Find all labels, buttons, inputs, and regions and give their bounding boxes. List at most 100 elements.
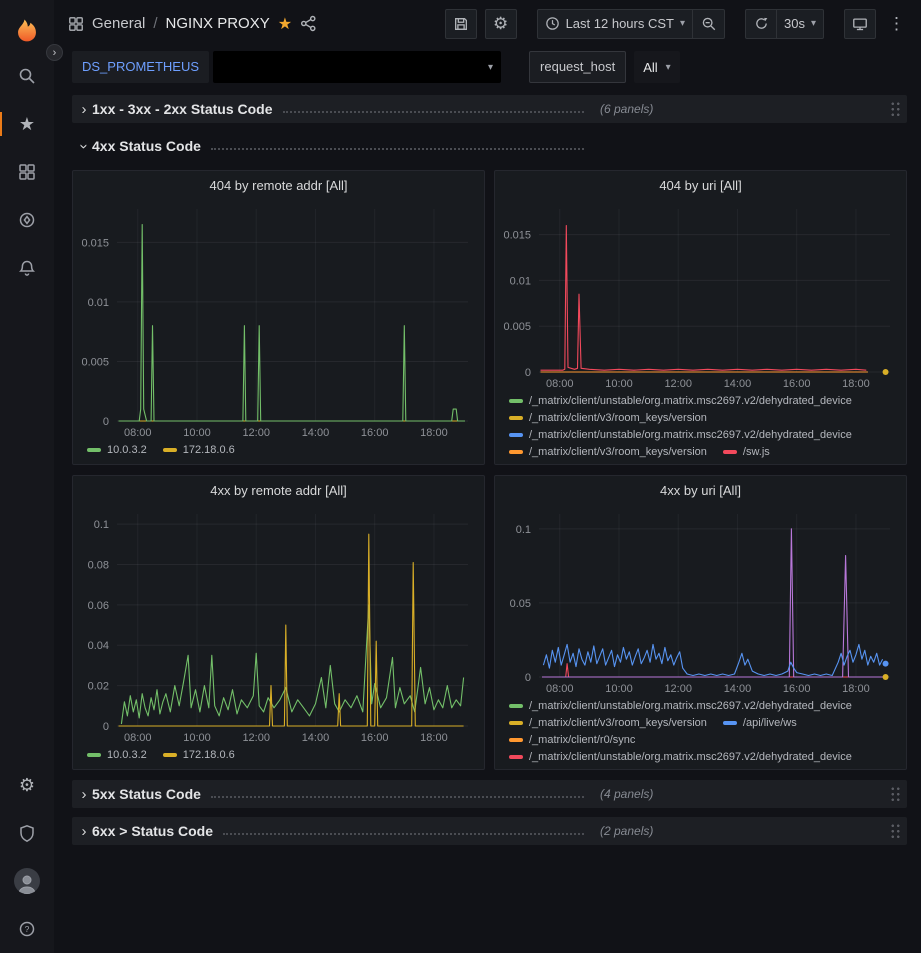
row-panel-count: (6 panels) (600, 102, 653, 116)
row-dotted-leader (283, 104, 584, 113)
svg-text:14:00: 14:00 (724, 378, 752, 390)
legend-item[interactable]: /_matrix/client/unstable/org.matrix.msc2… (509, 395, 852, 407)
svg-text:16:00: 16:00 (361, 732, 389, 744)
favorite-star-icon[interactable]: ★ (278, 14, 292, 34)
tv-mode-button[interactable] (844, 9, 876, 39)
panel: 4xx by uri [All]08:0010:0012:0014:0016:0… (494, 475, 907, 770)
legend-series-color (509, 755, 523, 759)
svg-text:0.02: 0.02 (88, 681, 109, 693)
panel-legend: 10.0.3.2 172.18.0.6 (73, 441, 484, 464)
dashboard-more-menu[interactable]: ⋮ (884, 14, 909, 34)
panel: 404 by uri [All]08:0010:0012:0014:0016:0… (494, 170, 907, 465)
time-range-picker[interactable]: Last 12 hours CST ▾ (537, 9, 693, 39)
svg-text:0.1: 0.1 (94, 519, 109, 531)
legend-series-label: /_matrix/client/unstable/org.matrix.msc2… (529, 429, 852, 441)
svg-text:14:00: 14:00 (724, 683, 752, 695)
chart-plot: 08:0010:0012:0014:0016:0018:0000.0050.01… (495, 201, 906, 392)
refresh-interval-select[interactable]: 30s ▾ (777, 9, 824, 39)
row-1xx-3xx-2xx[interactable]: › 1xx - 3xx - 2xx Status Code (6 panels) (72, 95, 907, 123)
panel-title[interactable]: 404 by remote addr [All] (73, 171, 484, 201)
sidebar-item-dashboards[interactable] (0, 148, 54, 196)
svg-text:08:00: 08:00 (546, 378, 574, 390)
legend-item[interactable]: /_matrix/client/v3/room_keys/version (509, 412, 707, 424)
legend-series-label: 10.0.3.2 (107, 444, 147, 456)
legend-item[interactable]: /_matrix/client/unstable/org.matrix.msc2… (509, 751, 852, 763)
svg-text:0.08: 0.08 (88, 559, 109, 571)
svg-text:0: 0 (103, 721, 109, 733)
row-drag-handle-icon[interactable] (890, 101, 901, 117)
menu-open-chevron[interactable]: › (46, 44, 63, 61)
legend-item[interactable]: 10.0.3.2 (87, 444, 147, 456)
legend-item[interactable]: 172.18.0.6 (163, 749, 235, 761)
clock-icon (545, 16, 560, 31)
row-dotted-leader (211, 141, 584, 150)
panel-grid: 404 by remote addr [All] 08:00 10:00 12:00 1… (72, 170, 907, 770)
chart-area: 08:0010:0012:0014:0016:0018:0000.0050.01… (73, 201, 484, 441)
dashboards-grid-icon (18, 163, 36, 181)
star-icon: ★ (19, 115, 35, 133)
panel-title[interactable]: 4xx by remote addr [All] (73, 476, 484, 506)
svg-text:10:00: 10:00 (183, 427, 211, 439)
series-end-dot (883, 369, 889, 375)
svg-text:0: 0 (525, 367, 531, 379)
legend-item[interactable]: /_matrix/client/r0/sync (509, 734, 635, 746)
row-6xx[interactable]: › 6xx > Status Code (2 panels) (72, 817, 907, 845)
legend-item[interactable]: /_matrix/client/unstable/org.matrix.msc2… (509, 429, 852, 441)
panel-title[interactable]: 4xx by uri [All] (495, 476, 906, 506)
legend-item[interactable]: 10.0.3.2 (87, 749, 147, 761)
user-avatar[interactable] (0, 857, 54, 905)
zoom-out-button[interactable] (693, 9, 725, 39)
share-button[interactable] (300, 15, 317, 32)
monitor-icon (852, 16, 868, 32)
sidebar-item-search[interactable] (0, 52, 54, 100)
refresh-button[interactable] (745, 9, 777, 39)
legend-item[interactable]: /sw.js (723, 446, 770, 458)
save-dashboard-button[interactable] (445, 9, 477, 39)
ds-prometheus-select[interactable]: ▾ (213, 51, 501, 83)
row-drag-handle-icon[interactable] (890, 823, 901, 839)
request-host-select[interactable]: All ▾ (634, 51, 679, 83)
svg-text:10:00: 10:00 (605, 683, 633, 695)
legend-item[interactable]: /_matrix/client/v3/room_keys/version (509, 717, 707, 729)
svg-text:14:00: 14:00 (302, 427, 330, 439)
legend-series-color (723, 721, 737, 725)
sidebar-item-server-admin[interactable] (0, 809, 54, 857)
chevron-down-icon: ▾ (680, 18, 685, 29)
shield-icon (18, 824, 36, 842)
breadcrumb-dashboard-title[interactable]: NGINX PROXY (166, 15, 270, 32)
legend-series-label: /_matrix/client/v3/room_keys/version (529, 412, 707, 424)
breadcrumb-section[interactable]: General (92, 15, 145, 32)
sidebar-item-alerting[interactable] (0, 244, 54, 292)
legend-item[interactable]: /_matrix/client/unstable/org.matrix.msc2… (509, 700, 852, 712)
sidebar-item-starred[interactable]: ★ (0, 100, 54, 148)
main-area: General / NGINX PROXY ★ ⚙ La (54, 0, 921, 953)
panel-legend: 10.0.3.2 172.18.0.6 (73, 746, 484, 769)
svg-text:08:00: 08:00 (124, 427, 152, 439)
chevron-right-icon: › (76, 786, 92, 803)
gear-icon: ⚙ (493, 15, 508, 32)
dashboard-settings-button[interactable]: ⚙ (485, 9, 517, 39)
panel-title[interactable]: 404 by uri [All] (495, 171, 906, 201)
legend-item[interactable]: /api/live/ws (723, 717, 797, 729)
legend-item[interactable]: 172.18.0.6 (163, 444, 235, 456)
person-icon (16, 872, 38, 894)
time-range-label: Last 12 hours CST (566, 16, 674, 31)
legend-item[interactable]: /_matrix/client/v3/room_keys/version (509, 446, 707, 458)
dashboards-breadcrumb-icon[interactable] (68, 16, 84, 32)
legend-series-label: /_matrix/client/unstable/org.matrix.msc2… (529, 395, 852, 407)
sidebar-item-help[interactable]: ? (0, 905, 54, 953)
legend-series-color (509, 721, 523, 725)
row-lead: 4xx Status Code (92, 138, 586, 154)
grafana-logo[interactable] (0, 8, 54, 52)
row-drag-handle-icon[interactable] (890, 786, 901, 802)
sidebar-item-explore[interactable] (0, 196, 54, 244)
sidebar-item-configuration[interactable]: ⚙ (0, 761, 54, 809)
breadcrumb: General / NGINX PROXY (92, 15, 270, 32)
svg-text:12:00: 12:00 (242, 427, 270, 439)
row-4xx[interactable]: › 4xx Status Code (72, 132, 907, 160)
legend-series-color (509, 738, 523, 742)
chart-area: 08:0010:0012:0014:0016:0018:0000.020.040… (73, 506, 484, 746)
chevron-down-icon: › (76, 138, 93, 154)
zoom-out-icon (701, 16, 717, 32)
row-5xx[interactable]: › 5xx Status Code (4 panels) (72, 780, 907, 808)
